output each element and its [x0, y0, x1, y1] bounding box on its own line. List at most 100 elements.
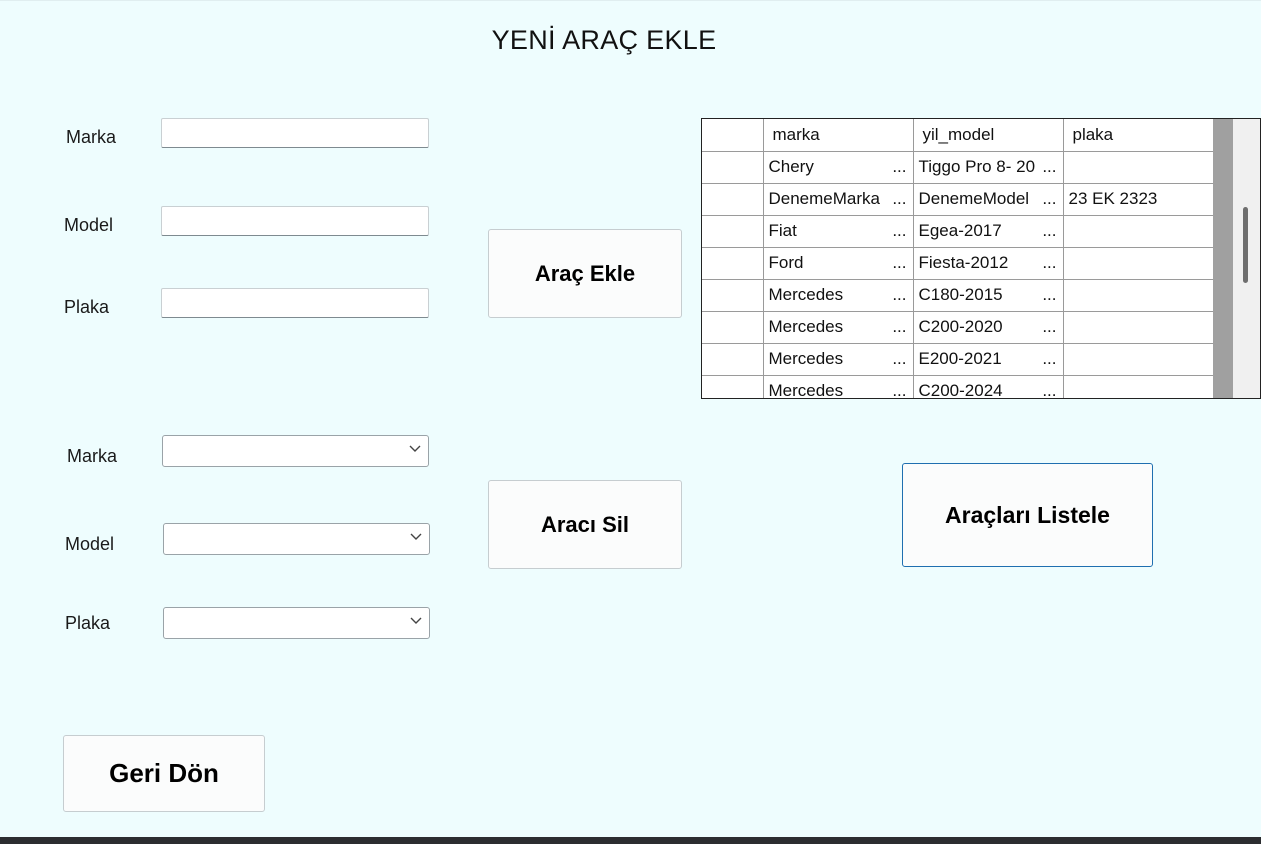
- cell-value: Mercedes: [768, 285, 844, 304]
- cell-marka[interactable]: Fiat...: [763, 215, 914, 248]
- cell-marka[interactable]: Mercedes...: [763, 279, 914, 312]
- cell-value: Tiggo Pro 8- 20: [918, 157, 1036, 176]
- delete-plate-label: Plaka: [65, 613, 111, 633]
- row-selector-cell[interactable]: [702, 151, 764, 184]
- list-vehicles-button[interactable]: Araçları Listele: [902, 463, 1153, 567]
- row-selector-cell[interactable]: [702, 247, 764, 280]
- cell-ellipsis: ...: [1042, 221, 1057, 240]
- add-model-input[interactable]: [161, 206, 429, 236]
- add-brand-label: Marka: [66, 127, 117, 147]
- delete-vehicle-button[interactable]: Aracı Sil: [488, 480, 682, 569]
- cell-marka[interactable]: Mercedes...: [763, 311, 914, 344]
- cell-marka[interactable]: DenemeMarka...: [763, 183, 914, 216]
- cell-value: E200-2021: [918, 349, 1002, 368]
- cell-value: Fiat: [768, 221, 797, 240]
- table-row[interactable]: Ford... Fiesta-2012...: [702, 247, 1214, 280]
- cell-value: Fiesta-2012: [918, 253, 1009, 272]
- cell-value: DenemeModel: [918, 189, 1030, 208]
- cell-ellipsis: ...: [1042, 317, 1057, 336]
- column-header-row-selector[interactable]: [702, 119, 764, 152]
- column-header-plaka[interactable]: plaka: [1063, 119, 1214, 152]
- cell-plaka[interactable]: [1063, 279, 1214, 312]
- add-model-label: Model: [64, 215, 114, 235]
- cell-plaka[interactable]: [1063, 247, 1214, 280]
- cell-yil-model[interactable]: Tiggo Pro 8- 20...: [913, 151, 1064, 184]
- cell-plaka[interactable]: [1063, 311, 1214, 344]
- column-header-marka[interactable]: marka: [763, 119, 914, 152]
- app-window: YENİ ARAÇ EKLE Marka Model Plaka Araç Ek…: [0, 0, 1261, 837]
- cell-ellipsis: ...: [1042, 349, 1057, 368]
- cell-ellipsis: ...: [892, 189, 907, 208]
- vehicles-table: marka yil_model plaka Chery... Tiggo Pro …: [702, 119, 1214, 399]
- cell-value: Mercedes: [768, 317, 844, 336]
- cell-marka[interactable]: Chery...: [763, 151, 914, 184]
- cell-ellipsis: ...: [1042, 189, 1057, 208]
- table-row[interactable]: Mercedes... C180-2015...: [702, 279, 1214, 312]
- cell-value: C200-2024: [918, 381, 1003, 399]
- cell-ellipsis: ...: [892, 317, 907, 336]
- cell-marka[interactable]: Ford...: [763, 247, 914, 280]
- cell-plaka[interactable]: [1063, 215, 1214, 248]
- cell-yil-model[interactable]: C180-2015...: [913, 279, 1064, 312]
- chevron-down-icon: [409, 445, 421, 452]
- chevron-down-icon: [410, 533, 422, 540]
- row-selector-cell[interactable]: [702, 375, 764, 398]
- vertical-scrollbar-gutter: [1213, 119, 1233, 398]
- cell-ellipsis: ...: [892, 285, 907, 304]
- row-selector-cell[interactable]: [702, 343, 764, 376]
- table-row[interactable]: DenemeMarka... DenemeModel... 23 EK 2323: [702, 183, 1214, 216]
- cell-ellipsis: ...: [1042, 157, 1057, 176]
- row-selector-cell[interactable]: [702, 215, 764, 248]
- cell-ellipsis: ...: [1042, 253, 1057, 272]
- add-plate-input[interactable]: [161, 288, 429, 318]
- table-row[interactable]: Mercedes... E200-2021...: [702, 343, 1214, 376]
- cell-value: Egea-2017: [918, 221, 1002, 240]
- cell-value: C200-2020: [918, 317, 1003, 336]
- delete-model-label: Model: [65, 534, 115, 554]
- cell-value: Chery: [768, 157, 814, 176]
- cell-yil-model[interactable]: DenemeModel...: [913, 183, 1064, 216]
- cell-plaka[interactable]: [1063, 343, 1214, 376]
- row-selector-cell[interactable]: [702, 311, 764, 344]
- cell-value: DenemeMarka: [768, 189, 881, 208]
- cell-yil-model[interactable]: C200-2024...: [913, 375, 1064, 399]
- table-row[interactable]: Mercedes... C200-2020...: [702, 311, 1214, 344]
- delete-model-combobox[interactable]: [163, 523, 430, 555]
- cell-ellipsis: ...: [1042, 381, 1057, 399]
- cell-plaka[interactable]: [1063, 375, 1214, 398]
- cell-ellipsis: ...: [892, 221, 907, 240]
- cell-ellipsis: ...: [892, 253, 907, 272]
- table-body: Chery... Tiggo Pro 8- 20... DenemeMarka...…: [702, 151, 1214, 399]
- vehicles-data-grid[interactable]: marka yil_model plaka Chery... Tiggo Pro …: [701, 118, 1261, 399]
- cell-marka[interactable]: Mercedes...: [763, 375, 914, 399]
- add-plate-label: Plaka: [64, 297, 110, 317]
- cell-value: Mercedes: [768, 381, 844, 399]
- cell-ellipsis: ...: [892, 381, 907, 399]
- cell-plaka[interactable]: 23 EK 2323: [1063, 183, 1214, 216]
- cell-yil-model[interactable]: Egea-2017...: [913, 215, 1064, 248]
- table-row[interactable]: Chery... Tiggo Pro 8- 20...: [702, 151, 1214, 184]
- cell-value: C180-2015: [918, 285, 1003, 304]
- cell-ellipsis: ...: [892, 349, 907, 368]
- add-vehicle-button[interactable]: Araç Ekle: [488, 229, 682, 318]
- cell-marka[interactable]: Mercedes...: [763, 343, 914, 376]
- chevron-down-icon: [410, 617, 422, 624]
- back-button[interactable]: Geri Dön: [63, 735, 265, 812]
- row-selector-cell[interactable]: [702, 279, 764, 312]
- column-header-yil-model[interactable]: yil_model: [913, 119, 1064, 152]
- delete-brand-label: Marka: [67, 446, 118, 466]
- delete-plate-combobox[interactable]: [163, 607, 430, 639]
- row-selector-cell[interactable]: [702, 183, 764, 216]
- vertical-scrollbar-thumb[interactable]: [1243, 207, 1248, 283]
- cell-yil-model[interactable]: E200-2021...: [913, 343, 1064, 376]
- cell-ellipsis: ...: [1042, 285, 1057, 304]
- cell-yil-model[interactable]: Fiesta-2012...: [913, 247, 1064, 280]
- add-brand-input[interactable]: [161, 118, 429, 148]
- table-row[interactable]: Mercedes... C200-2024...: [702, 375, 1214, 399]
- table-header-row: marka yil_model plaka: [702, 119, 1214, 152]
- cell-value: 23 EK 2323: [1068, 189, 1158, 208]
- cell-yil-model[interactable]: C200-2020...: [913, 311, 1064, 344]
- table-row[interactable]: Fiat... Egea-2017...: [702, 215, 1214, 248]
- cell-plaka[interactable]: [1063, 151, 1214, 184]
- delete-brand-combobox[interactable]: [162, 435, 429, 467]
